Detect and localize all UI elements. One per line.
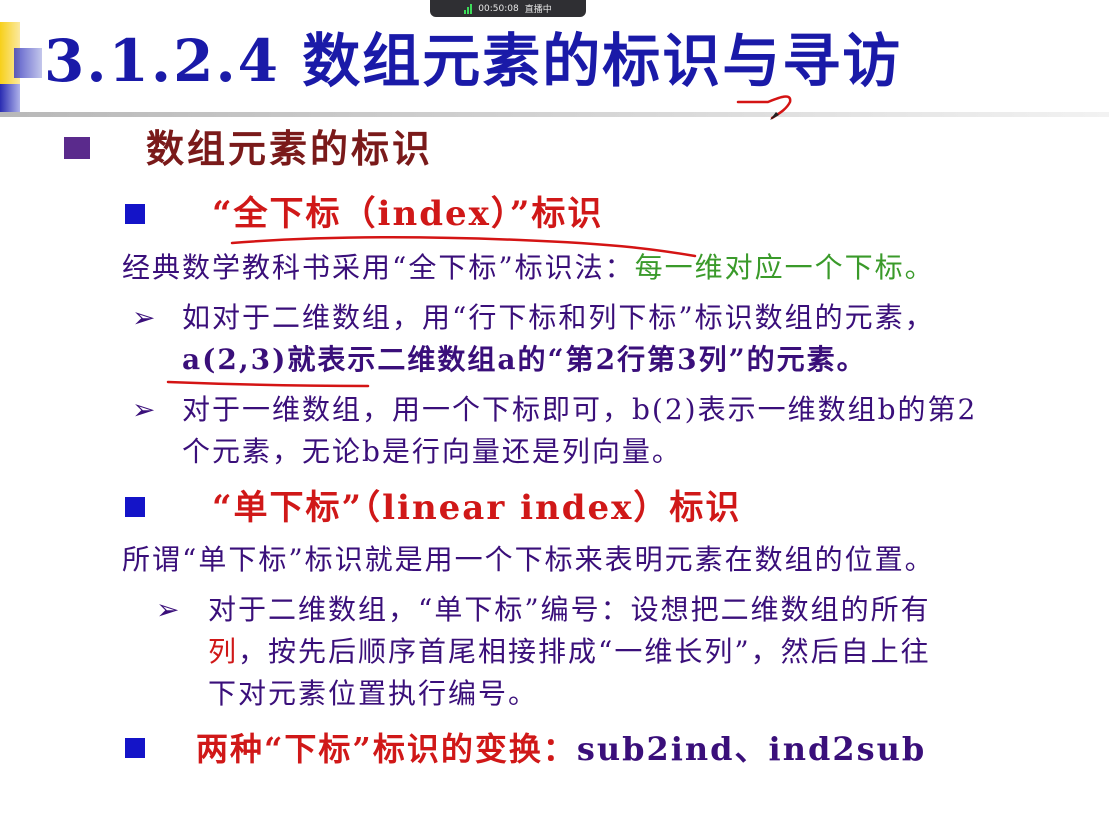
title-divider bbox=[0, 112, 1109, 117]
highlight-text: 列 bbox=[208, 635, 239, 668]
decor-block-blue-lower bbox=[0, 84, 20, 114]
list-item-line: 下对元素位置执行编号。 bbox=[208, 677, 539, 710]
linear-index-description: 所谓“单下标”标识就是用一个下标来表明元素在数组的位置。 bbox=[122, 543, 935, 576]
list-item-line: 列，按先后顺序首尾相接排成“一维长列”，然后自上往 bbox=[208, 635, 931, 668]
stream-status: 直播中 bbox=[524, 5, 552, 15]
list-item-line: 对于一维数组，用一个下标即可，b(2)表示一维数组b的第2 bbox=[182, 393, 978, 426]
subheading-full-index: “全下标（index）”标识 bbox=[212, 194, 604, 234]
list-item-line: 对于二维数组，“单下标”编号：设想把二维数组的所有 bbox=[208, 593, 931, 626]
ink-underline-a23 bbox=[166, 380, 370, 388]
bullet-square bbox=[125, 738, 145, 758]
section-heading: 数组元素的标识 bbox=[146, 126, 434, 171]
subheading-conversion: 两种“下标”标识的变换：sub2ind、ind2sub bbox=[196, 730, 927, 768]
subheading-linear-index: “单下标”（linear index）标识 bbox=[212, 488, 742, 528]
bullet-square bbox=[125, 204, 145, 224]
highlight-text: 每一维对应一个下标。 bbox=[634, 251, 935, 284]
list-item-line: a(2,3)就表示二维数组a的“第2行第3列”的元素。 bbox=[182, 343, 867, 376]
signal-icon bbox=[464, 3, 473, 14]
arrow-bullet-icon: ➢ bbox=[132, 301, 156, 334]
stream-timer: 00:50:08 bbox=[478, 3, 519, 14]
list-item-line: 如对于二维数组，用“行下标和列下标”标识数组的元素， bbox=[182, 301, 935, 334]
arrow-bullet-icon: ➢ bbox=[132, 393, 156, 426]
list-item-line: 个元素，无论b是行向量还是列向量。 bbox=[182, 435, 682, 468]
live-stream-indicator[interactable]: 00:50:08 直播中 bbox=[430, 0, 586, 17]
bullet-square bbox=[64, 137, 90, 159]
full-index-description: 经典数学教科书采用“全下标”标识法：每一维对应一个下标。 bbox=[122, 251, 935, 284]
bullet-square bbox=[125, 497, 145, 517]
decor-block-blue bbox=[14, 48, 42, 78]
slide-title: 3.1.2.4 数组元素的标识与寻访 bbox=[44, 27, 903, 95]
slide: 00:50:08 直播中 3.1.2.4 数组元素的标识与寻访 数组元素的标识 … bbox=[0, 0, 1109, 822]
arrow-bullet-icon: ➢ bbox=[156, 593, 180, 626]
